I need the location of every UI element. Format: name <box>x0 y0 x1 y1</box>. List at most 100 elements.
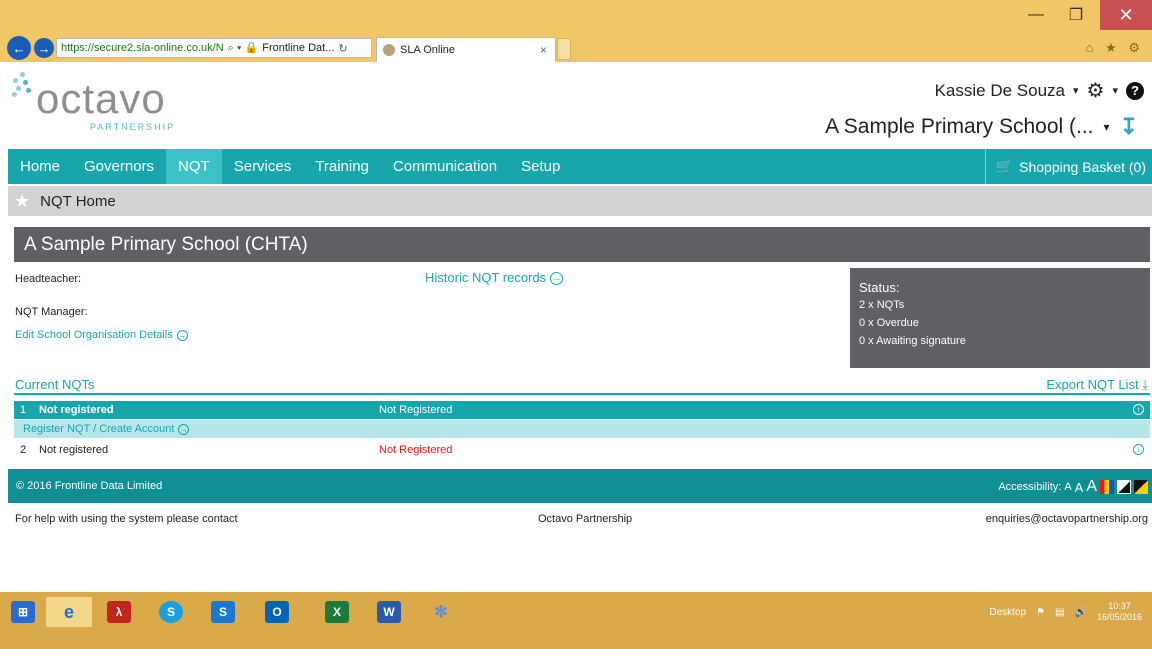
collapse-up-icon[interactable]: ↑ <box>1133 404 1144 415</box>
contact-email[interactable]: enquiries@octavopartnership.org <box>986 513 1148 525</box>
maximize-button[interactable]: ❐ <box>1058 0 1094 30</box>
skype-icon[interactable]: S <box>148 597 194 627</box>
basket-label: Shopping Basket (0) <box>1019 158 1146 175</box>
accessibility-controls: Accessibility: A A A <box>998 478 1148 496</box>
status-title: Status: <box>859 280 900 295</box>
close-window-button[interactable]: ✕ <box>1100 0 1152 30</box>
edit-school-details-label: Edit School Organisation Details <box>15 329 173 341</box>
desktop-label[interactable]: Desktop <box>989 607 1026 618</box>
section-divider <box>14 393 1150 395</box>
page-title: NQT Home <box>40 192 116 210</box>
current-nqts-heading: Current NQTs <box>15 377 95 392</box>
nav-item-services[interactable]: Services <box>222 149 304 184</box>
export-nqt-list-label: Export NQT List <box>1046 377 1139 392</box>
headteacher-label: Headteacher: <box>15 273 82 285</box>
chevron-down-icon[interactable]: ▾ <box>1104 120 1110 134</box>
nav-item-nqt[interactable]: NQT <box>166 149 222 184</box>
gear-icon[interactable]: ⚙ <box>1087 78 1105 103</box>
star-icon[interactable]: ★ <box>14 191 30 212</box>
expand-down-icon[interactable]: ↓ <box>1133 444 1144 455</box>
volume-icon[interactable]: 🔊 <box>1075 607 1087 618</box>
arrow-right-circle-icon: → <box>550 272 564 286</box>
address-icons[interactable]: ⌕ ▾ 🔒 <box>228 41 259 55</box>
new-tab-button[interactable] <box>557 38 571 60</box>
status-panel: Status: 2 x NQTs 0 x Overdue 0 x Awaitin… <box>850 268 1150 368</box>
user-name[interactable]: Kassie De Souza <box>935 81 1065 101</box>
basket-icon: 🛒 <box>995 158 1014 174</box>
historic-nqt-records-link[interactable]: Historic NQT records → <box>425 270 564 286</box>
nav-item-governors[interactable]: Governors <box>72 149 166 184</box>
register-nqt-link[interactable]: Register NQT / Create Account → <box>23 423 190 435</box>
browser-tab[interactable]: SLA Online × <box>376 37 556 62</box>
historic-nqt-records-label: Historic NQT records <box>425 270 547 285</box>
school-selector-label[interactable]: A Sample Primary School (... <box>825 115 1093 139</box>
school-name-banner: A Sample Primary School (CHTA) <box>14 227 1150 262</box>
edit-school-details-link[interactable]: Edit School Organisation Details → <box>15 329 188 341</box>
tab-title: SLA Online <box>400 44 456 56</box>
text-size-large-button[interactable]: A <box>1086 478 1097 496</box>
chevron-down-icon[interactable]: ▾ <box>1073 84 1079 97</box>
browser-toolbar-icons[interactable]: ⌂ ★ ⚙ <box>1086 40 1144 56</box>
site-identity: Frontline Dat... <box>262 42 335 54</box>
refresh-icon[interactable]: ↻ <box>338 42 347 55</box>
window-titlebar <box>0 0 1152 34</box>
clock-date: 16/05/2016 <box>1096 612 1142 622</box>
word-icon[interactable]: W <box>366 597 412 627</box>
table-row[interactable]: 1 Not registered Not Registered ↑ <box>14 401 1150 419</box>
export-nqt-list-link[interactable]: Export NQT List ⤓ <box>1046 377 1148 393</box>
clock-time: 10:37 <box>1108 601 1131 611</box>
windows-start-icon[interactable]: ⊞ <box>0 597 46 627</box>
status-overdue: 0 x Overdue <box>859 317 919 329</box>
nav-item-communication[interactable]: Communication <box>381 149 509 184</box>
row-number: 1 <box>20 404 27 416</box>
forward-arrow-icon[interactable]: → <box>34 38 54 58</box>
user-menu[interactable]: Kassie De Souza ▾ ⚙ ▾ ? <box>935 78 1144 103</box>
address-bar[interactable]: https://secure2.sla-online.co.uk/N ⌕ ▾ 🔒… <box>56 38 372 58</box>
outlook-icon[interactable]: O <box>254 597 300 627</box>
minimize-button[interactable]: — <box>1018 0 1054 30</box>
nqt-name: Not registered <box>39 444 109 456</box>
tray-network-icon[interactable]: ▤ <box>1055 607 1064 618</box>
status-awaiting-signature: 0 x Awaiting signature <box>859 335 966 347</box>
row-number: 2 <box>20 444 27 456</box>
copyright-text: © 2016 Frontline Data Limited <box>16 480 163 492</box>
breadcrumb: ★ NQT Home <box>8 186 1152 216</box>
colour-scheme-default-button[interactable] <box>1100 480 1114 494</box>
clock[interactable]: 10:37 16/05/2016 <box>1097 601 1142 623</box>
register-nqt-label: Register NQT / Create Account <box>23 423 175 435</box>
address-url: https://secure2.sla-online.co.uk/N <box>61 42 224 54</box>
help-icon[interactable]: ? <box>1126 81 1144 100</box>
download-icon: ⤓ <box>1142 377 1148 392</box>
nqt-status: Not Registered <box>379 404 453 416</box>
status-nqts: 2 x NQTs <box>859 299 905 311</box>
paint-icon[interactable]: ✼ <box>418 597 464 627</box>
nqt-status: Not Registered <box>379 444 453 456</box>
nav-item-setup[interactable]: Setup <box>509 149 572 184</box>
main-nav: Home Governors NQT Services Training Com… <box>8 149 1152 184</box>
tab-close-icon[interactable]: × <box>540 43 547 57</box>
tray-flag-icon[interactable]: ⚑ <box>1036 607 1045 618</box>
table-row-detail: Register NQT / Create Account → <box>14 420 1150 438</box>
logout-icon[interactable]: ↧ <box>1120 114 1138 140</box>
logo-subtitle: PARTNERSHIP <box>90 122 176 132</box>
arrow-right-circle-icon: → <box>176 329 188 341</box>
text-size-small-button[interactable]: A <box>1064 481 1071 493</box>
chevron-down-icon[interactable]: ▾ <box>1112 84 1118 97</box>
nqt-name: Not registered <box>39 404 114 416</box>
shopping-basket-link[interactable]: 🛒 Shopping Basket (0) <box>984 149 1152 184</box>
text-size-medium-button[interactable]: A <box>1075 480 1084 495</box>
nav-item-home[interactable]: Home <box>8 149 72 184</box>
back-arrow-icon[interactable]: ← <box>7 36 31 60</box>
internet-explorer-icon[interactable]: e <box>46 597 92 627</box>
accessibility-label: Accessibility: <box>998 481 1062 493</box>
nav-item-training[interactable]: Training <box>303 149 381 184</box>
acrobat-icon[interactable]: λ <box>96 597 142 627</box>
excel-icon[interactable]: X <box>314 597 360 627</box>
skype-business-icon[interactable]: S <box>200 597 246 627</box>
colour-scheme-contrast-button[interactable] <box>1117 480 1131 494</box>
contact-organisation: Octavo Partnership <box>538 513 633 525</box>
table-row[interactable]: 2 Not registered Not Registered ↓ <box>14 441 1150 459</box>
colour-scheme-yellow-button[interactable] <box>1134 480 1148 494</box>
arrow-right-circle-icon: → <box>178 423 190 435</box>
school-selector[interactable]: A Sample Primary School (... ▾ ↧ <box>825 114 1138 140</box>
